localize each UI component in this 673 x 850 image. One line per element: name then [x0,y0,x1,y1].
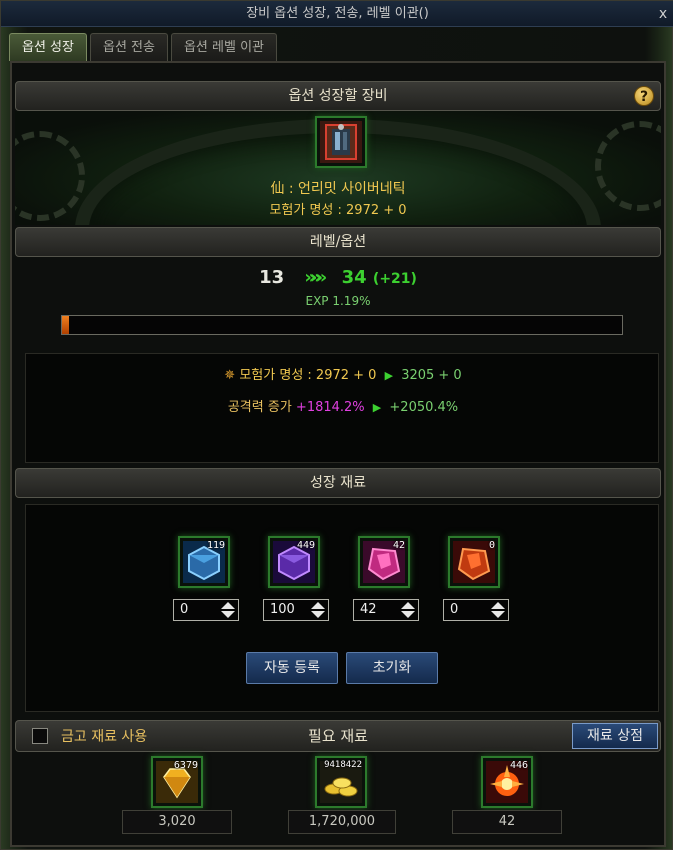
quantity-value[interactable]: 0 [450,600,458,620]
material-slot-pink[interactable]: 42 [358,536,410,588]
exp-bar [61,315,623,335]
material-slot-purple[interactable]: 449 [268,536,320,588]
level-from: 13 [259,267,285,288]
option-growth-window: 장비 옵션 성장, 전송, 레벨 이관() x 옵션 성장 옵션 전송 옵션 레… [0,0,673,850]
title-bar[interactable]: 장비 옵션 성장, 전송, 레벨 이관() x [1,1,673,27]
required-amount-gem: 3,020 [122,810,232,834]
materials-header-label: 성장 재료 [310,475,366,491]
attack-before: +1814.2% [295,400,365,415]
material-count: 0 [488,540,495,551]
stepper-down-icon[interactable] [401,611,415,618]
exp-bar-fill [62,316,69,334]
quantity-value[interactable]: 42 [360,600,377,620]
fame-emblem-icon: ✵ [224,368,236,383]
arrow-right-icon: ▶ [372,401,382,414]
attack-after: +2050.4% [389,400,459,415]
auto-register-button[interactable]: 자동 등록 [246,652,338,684]
materials-panel [25,504,659,712]
attack-stat-line: 공격력 증가 +1814.2% ▶ +2050.4% [26,396,660,415]
required-slot-gold[interactable]: 9418422 [315,756,367,808]
level-to: 34 [341,267,367,288]
quantity-stepper-red[interactable]: 0 [443,599,509,621]
stepper-up-icon[interactable] [221,602,235,609]
stepper-up-icon[interactable] [401,602,415,609]
required-amount-orb: 42 [452,810,562,834]
stepper-down-icon[interactable] [311,611,325,618]
equipment-name: 仙 : 언리밋 사이버네틱 [270,181,406,197]
tab-option-growth[interactable]: 옵션 성장 [9,33,87,61]
help-icon[interactable]: ? [634,86,654,106]
tab-bar: 옵션 성장 옵션 전송 옵션 레벨 이관 [9,33,277,61]
material-count: 449 [296,540,315,551]
reset-button[interactable]: 초기화 [346,652,438,684]
level-section-header: 레벨/옵션 [15,227,661,257]
fame-stat-line: ✵ 모험가 명성 : 2972 + 0 ▶ 3205 + 0 [26,364,660,383]
required-slot-gem[interactable]: 6379 [151,756,203,808]
stepper-arrows [491,602,505,618]
equipment-fame: 모험가 명성 : 2972 + 0 [269,203,407,218]
equipment-slot[interactable] [315,116,367,168]
material-shop-button[interactable]: 재료 상점 [572,723,658,749]
tab-option-transfer[interactable]: 옵션 전송 [89,33,168,61]
quantity-stepper-pink[interactable]: 42 [353,599,419,621]
stats-panel: ✵ 모험가 명성 : 2972 + 0 ▶ 3205 + 0 공격력 증가 +1… [25,353,659,463]
quantity-stepper-blue[interactable]: 0 [173,599,239,621]
stepper-arrows [401,602,415,618]
use-vault-label[interactable]: 금고 재료 사용 [61,726,147,746]
level-header-label: 레벨/옵션 [309,234,367,250]
fame-before: 모험가 명성 : 2972 + 0 [239,368,377,383]
quantity-value[interactable]: 100 [270,600,295,620]
stepper-down-icon[interactable] [491,611,505,618]
stepper-up-icon[interactable] [311,602,325,609]
window-title: 장비 옵션 성장, 전송, 레벨 이관() [246,6,429,21]
material-count: 42 [392,540,405,551]
stepper-up-icon[interactable] [491,602,505,609]
arrow-right-icon: ▶ [384,369,394,382]
level-gain: (+21) [372,271,417,287]
stepper-down-icon[interactable] [221,611,235,618]
material-slot-blue[interactable]: 119 [178,536,230,588]
use-vault-checkbox[interactable] [32,728,48,744]
exp-label: EXP 1.19% [305,294,371,308]
material-count: 119 [206,540,225,551]
materials-section-header: 성장 재료 [15,468,661,498]
quantity-stepper-purple[interactable]: 100 [263,599,329,621]
attack-label: 공격력 증가 [227,400,292,415]
stepper-arrows [311,602,325,618]
tab-option-level-transfer[interactable]: 옵션 레벨 이관 [170,33,277,61]
material-count: 6379 [173,760,198,771]
quantity-value[interactable]: 0 [180,600,188,620]
stepper-arrows [221,602,235,618]
material-slot-red[interactable]: 0 [448,536,500,588]
required-amount-gold: 1,720,000 [288,810,396,834]
equipment-section-header: 옵션 성장할 장비 ? [15,81,661,111]
material-count: 446 [509,760,528,771]
fame-after: 3205 + 0 [401,368,462,383]
cybernetic-armor-icon [320,121,362,163]
close-icon[interactable]: x [656,1,670,27]
required-slot-orb[interactable]: 446 [481,756,533,808]
level-change: 13 »»» 34 (+21) [15,267,661,288]
triple-arrow-icon: »»» [304,267,327,288]
material-count: 9418422 [324,760,362,770]
equipment-header-label: 옵션 성장할 장비 [288,88,388,104]
